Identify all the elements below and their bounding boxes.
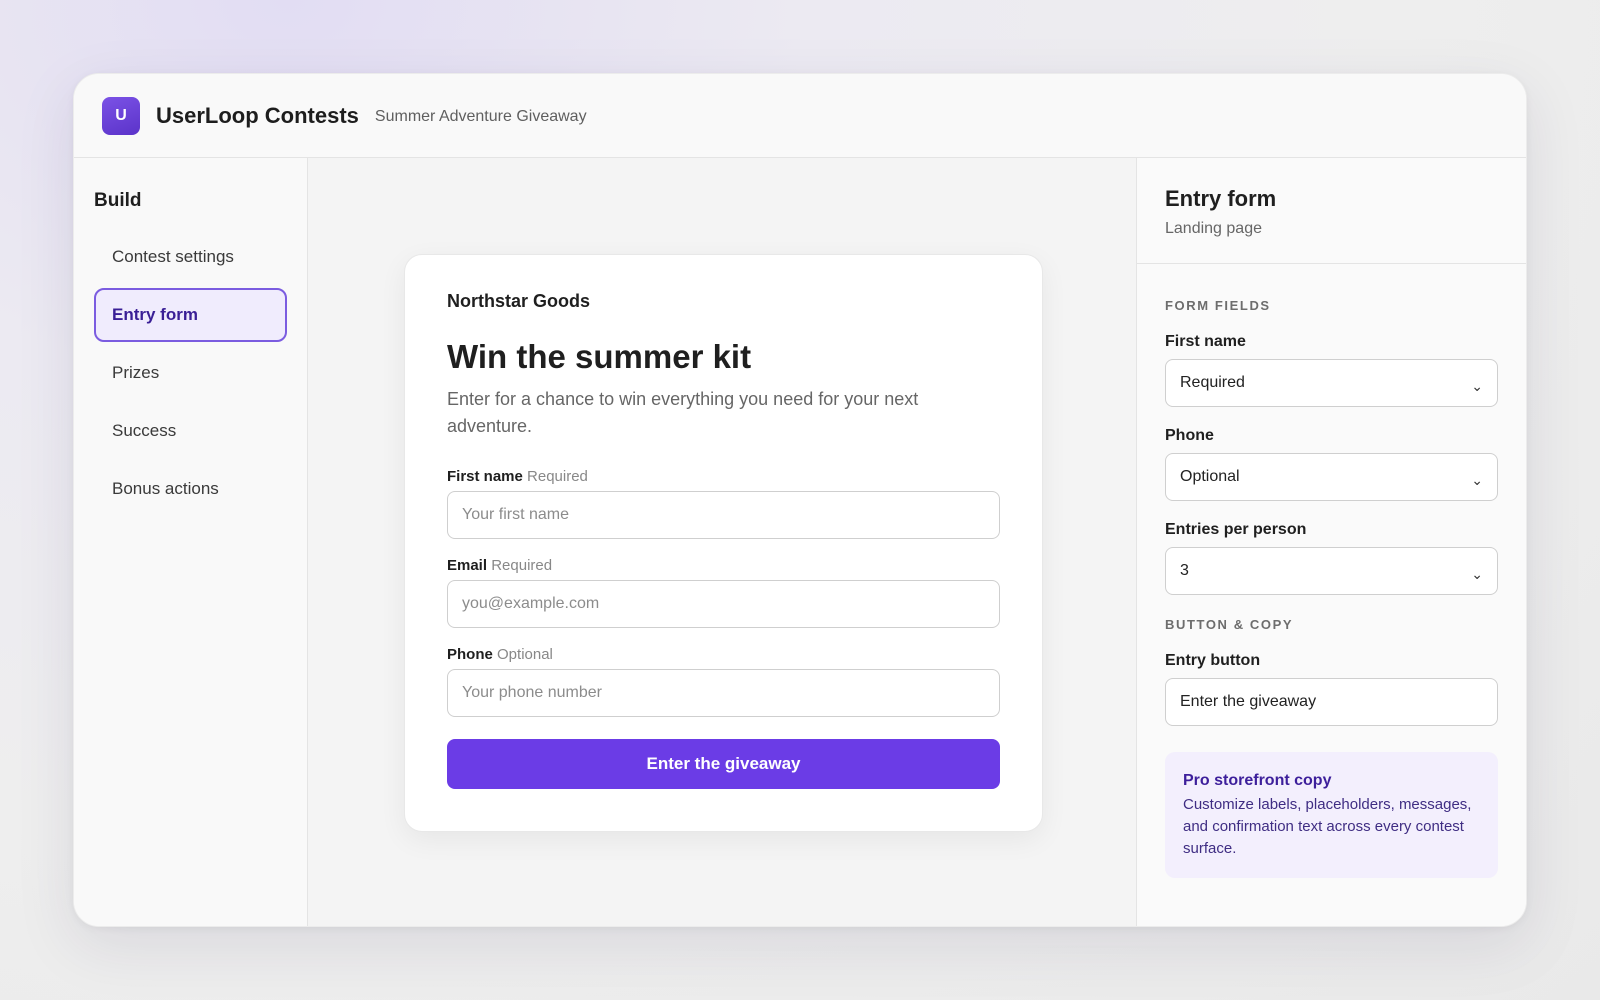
- entry-button-label: Entry button: [1165, 652, 1261, 669]
- panel-header: Entry form Landing page: [1137, 158, 1526, 264]
- app-window: U UserLoop Contests Summer Adventure Giv…: [73, 73, 1527, 927]
- first-name-requirement-value: Required: [1180, 374, 1245, 391]
- first-name-input[interactable]: [447, 491, 1000, 539]
- chevron-down-icon: ⌄: [1471, 565, 1483, 582]
- panel-title: Entry form: [1165, 186, 1277, 211]
- entry-button-text-input[interactable]: [1165, 678, 1498, 726]
- first-name-label: First name Required: [447, 468, 1000, 485]
- sidebar-item-bonus-actions[interactable]: Bonus actions: [94, 462, 287, 516]
- brand-name: Northstar Goods: [447, 291, 591, 311]
- phone-requirement-select[interactable]: Optional ⌄: [1165, 453, 1498, 501]
- form-fields-heading: FORM FIELDS: [1165, 298, 1271, 313]
- sidebar-item-prizes[interactable]: Prizes: [94, 346, 287, 400]
- first-name-requirement-select[interactable]: Required ⌄: [1165, 359, 1498, 407]
- preview-subcopy: Enter for a chance to win everything you…: [447, 389, 919, 436]
- phone-label-text: Phone: [447, 646, 493, 663]
- phone-input[interactable]: [447, 669, 1000, 717]
- promo-title: Pro storefront copy: [1183, 772, 1332, 789]
- chevron-down-icon: ⌄: [1471, 471, 1483, 488]
- contest-name: Summer Adventure Giveaway: [374, 107, 587, 125]
- sidebar-heading: Build: [94, 190, 142, 211]
- entries-per-person-select[interactable]: 3 ⌄: [1165, 547, 1498, 595]
- top-bar: U UserLoop Contests Summer Adventure Giv…: [74, 74, 1526, 158]
- email-input[interactable]: [447, 580, 1000, 628]
- entries-per-person-label: Entries per person: [1165, 521, 1307, 538]
- enter-giveaway-button[interactable]: Enter the giveaway: [447, 739, 1000, 789]
- promo-text: Customize labels, placeholders, messages…: [1183, 796, 1472, 857]
- phone-requirement-value: Optional: [1180, 468, 1240, 485]
- entry-form-preview-card: Northstar Goods Win the summer kit Enter…: [404, 254, 1043, 832]
- first-name-label-text: First name: [447, 468, 523, 485]
- first-name-hint: Required: [527, 468, 588, 485]
- pro-copy-callout: Pro storefront copy Customize labels, pl…: [1165, 752, 1498, 878]
- email-label-text: Email: [447, 557, 488, 574]
- app-title: UserLoop Contests: [156, 102, 359, 128]
- button-copy-heading: BUTTON & COPY: [1165, 617, 1294, 632]
- first-name-setting-label: First name: [1165, 333, 1246, 350]
- email-hint: Required: [491, 557, 553, 574]
- preview-canvas: Northstar Goods Win the summer kit Enter…: [308, 158, 1138, 926]
- email-label: Email Required: [447, 557, 1000, 574]
- app-logo: U: [102, 96, 140, 135]
- phone-label: Phone Optional: [447, 646, 1000, 663]
- entries-per-person-value: 3: [1180, 562, 1189, 579]
- sidebar-item-contest-settings[interactable]: Contest settings: [94, 230, 287, 284]
- panel-subtitle: Landing page: [1165, 220, 1262, 237]
- phone-setting-label: Phone: [1165, 427, 1214, 444]
- sidebar: Build Contest settings Entry form Prizes…: [74, 158, 308, 926]
- sidebar-item-entry-form[interactable]: Entry form: [94, 288, 287, 342]
- chevron-down-icon: ⌄: [1471, 377, 1483, 394]
- panel-body: FORM FIELDS First name Required ⌄ Phone …: [1137, 298, 1526, 878]
- phone-hint: Optional: [497, 646, 553, 663]
- preview-headline: Win the summer kit: [447, 338, 752, 375]
- sidebar-item-success[interactable]: Success: [94, 404, 287, 458]
- settings-panel: Entry form Landing page FORM FIELDS Firs…: [1136, 158, 1526, 926]
